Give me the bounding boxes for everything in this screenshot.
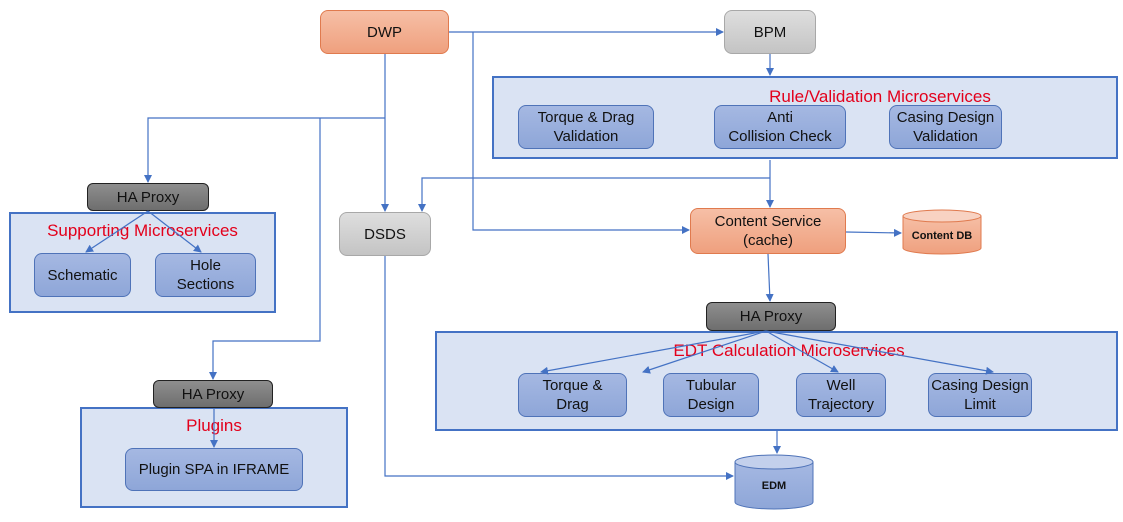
edm-label: EDM [761,480,787,492]
edt-service-tubular-design[interactable]: Tubular Design [663,373,759,417]
content-service-label: Content Service (cache) [714,213,822,249]
rule-service-casing-design-validation[interactable]: Casing Design Validation [889,105,1002,149]
service-label: Hole Sections [176,257,235,293]
dwp-node[interactable]: DWP [320,10,449,54]
service-label: Casing Design Validation [896,109,995,145]
service-label: Casing Design Limit [931,377,1029,413]
service-label: Torque & Drag [542,377,603,413]
plugins-ha-proxy[interactable]: HA Proxy [153,380,273,408]
service-label: Well Trajectory [807,377,875,413]
content-db[interactable]: Content DB [902,209,982,255]
connector-rule-dsds [418,177,770,212]
supporting-service-hole-sections[interactable]: Hole Sections [155,253,256,297]
plugins-title: Plugins [186,416,242,435]
proxy-label: HA Proxy [739,308,803,325]
dwp-label: DWP [367,23,402,41]
service-label: Tubular Design [685,377,737,413]
edt-service-torque-drag[interactable]: Torque & Drag [518,373,627,417]
edt-calc-title: EDT Calculation Microservices [673,341,905,360]
service-label: Schematic [47,266,118,284]
supporting-service-schematic[interactable]: Schematic [34,253,131,297]
service-label: Anti Collision Check [728,109,832,145]
rule-validation-title: Rule/Validation Microservices [769,87,991,106]
edt-ha-proxy[interactable]: HA Proxy [706,302,836,331]
service-label: Plugin SPA in IFRAME [138,461,290,478]
service-label: Torque & Drag Validation [537,109,635,145]
proxy-label: HA Proxy [116,188,180,206]
rule-service-torque-drag-validation[interactable]: Torque & Drag Validation [518,105,654,149]
edm-db[interactable]: EDM [734,454,814,510]
connector-dwp-supporting-proxy [144,117,385,183]
bpm-label: BPM [753,23,787,41]
supporting-ha-proxy[interactable]: HA Proxy [87,183,209,211]
content-service-node[interactable]: Content Service (cache) [690,208,846,254]
dsds-label: DSDS [364,225,406,243]
edt-service-casing-design-limit[interactable]: Casing Design Limit [928,373,1032,417]
plugins-service-spa-iframe[interactable]: Plugin SPA in IFRAME [125,448,303,491]
rule-service-anti-collision-check[interactable]: Anti Collision Check [714,105,846,149]
dsds-node[interactable]: DSDS [339,212,431,256]
content-db-label: Content DB [911,230,973,242]
proxy-label: HA Proxy [181,385,245,403]
edt-service-well-trajectory[interactable]: Well Trajectory [796,373,886,417]
bpm-node[interactable]: BPM [724,10,816,54]
connector-content-service-edt-proxy [765,253,774,302]
supporting-title: Supporting Microservices [47,221,238,240]
connector-content-service-db [845,228,902,237]
